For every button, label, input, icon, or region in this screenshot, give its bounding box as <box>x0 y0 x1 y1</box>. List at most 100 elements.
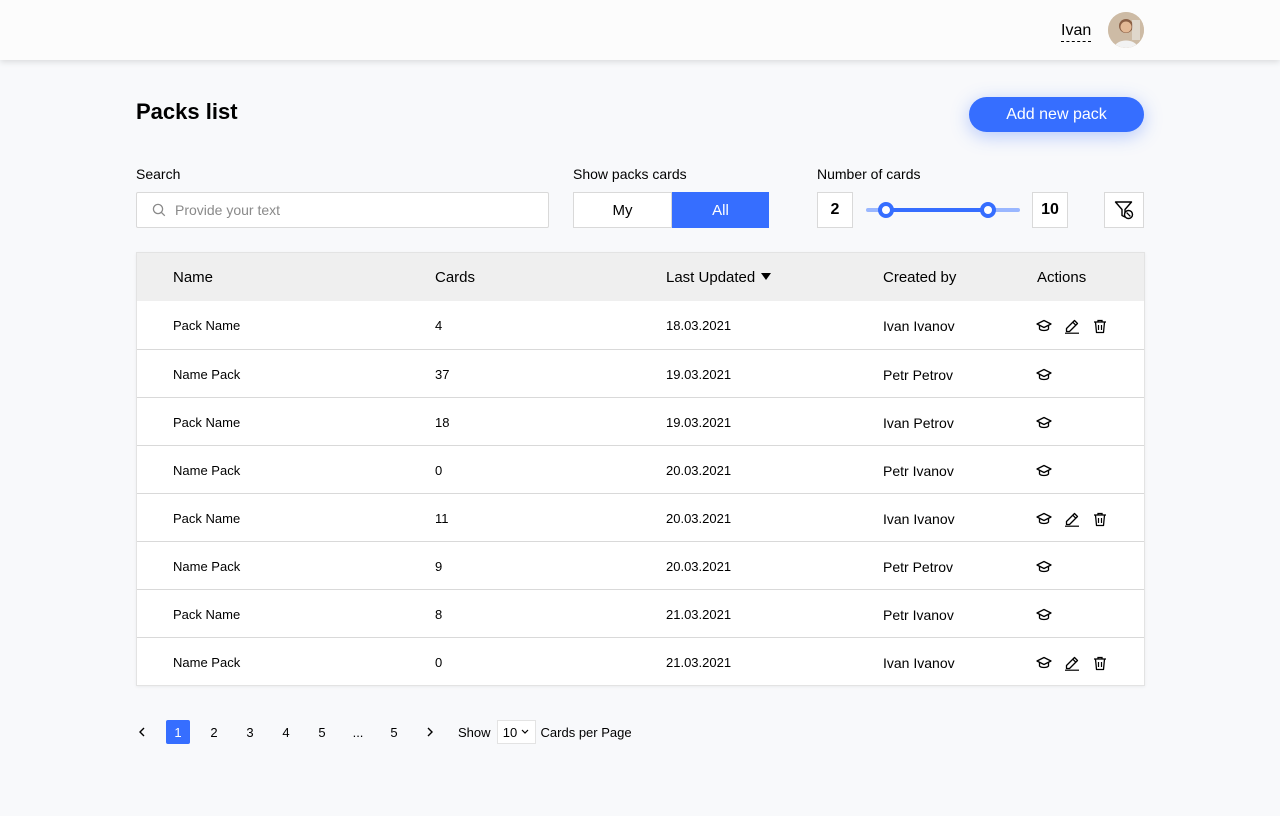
chevron-left-icon <box>139 727 145 737</box>
table-body: Pack Name 4 18.03.2021 Ivan Ivanov Name Pack… <box>137 301 1144 685</box>
delete-icon[interactable] <box>1091 510 1109 528</box>
learn-icon[interactable] <box>1035 462 1053 480</box>
toggle-all-button[interactable]: All <box>672 192 769 228</box>
show-packs-label: Show packs cards <box>573 166 687 182</box>
show-label: Show <box>458 724 491 740</box>
learn-icon[interactable] <box>1035 414 1053 432</box>
column-name[interactable]: Name <box>173 269 213 286</box>
table-row: Pack Name 8 21.03.2021 Petr Ivanov <box>137 589 1144 637</box>
table-row: Name Pack 37 19.03.2021 Petr Petrov <box>137 349 1144 397</box>
slider-range <box>886 208 988 212</box>
prev-page-button[interactable] <box>130 720 154 744</box>
delete-icon[interactable] <box>1091 654 1109 672</box>
max-cards-value[interactable]: 10 <box>1032 192 1068 228</box>
pack-name-cell[interactable]: Name Pack <box>173 463 240 478</box>
learn-icon[interactable] <box>1035 606 1053 624</box>
page-button[interactable]: 5 <box>382 720 406 744</box>
column-created-by[interactable]: Created by <box>883 269 956 286</box>
pack-name-cell[interactable]: Pack Name <box>173 415 240 430</box>
search-input[interactable] <box>175 202 515 218</box>
clear-filters-button[interactable] <box>1104 192 1144 228</box>
pack-name-cell[interactable]: Name Pack <box>173 559 240 574</box>
last-updated-cell: 19.03.2021 <box>666 367 732 382</box>
avatar[interactable] <box>1108 12 1144 48</box>
filter-clear-icon <box>1114 201 1134 220</box>
cards-count-cell: 9 <box>435 559 443 574</box>
created-by-cell: Petr Ivanov <box>883 463 954 479</box>
per-page-value: 10 <box>502 724 518 740</box>
learn-icon[interactable] <box>1035 366 1053 384</box>
next-page-button[interactable] <box>418 720 442 744</box>
cards-count-cell: 0 <box>435 463 443 478</box>
page-button[interactable]: 5 <box>310 720 334 744</box>
edit-icon[interactable] <box>1063 317 1081 335</box>
row-actions <box>1035 317 1109 335</box>
page-numbers: 1 2 3 4 5... 5 <box>166 720 418 744</box>
row-actions <box>1035 462 1053 480</box>
pack-name-cell[interactable]: Name Pack <box>173 655 240 670</box>
table-row: Name Pack 0 21.03.2021 Ivan Ivanov <box>137 637 1144 685</box>
page-button[interactable]: 4 <box>274 720 298 744</box>
created-by-cell: Ivan Ivanov <box>883 655 955 671</box>
created-by-cell: Ivan Petrov <box>883 415 954 431</box>
add-new-pack-button[interactable]: Add new pack <box>969 97 1144 132</box>
avatar-image <box>1108 12 1144 48</box>
table-row: Name Pack 0 20.03.2021 Petr Ivanov <box>137 445 1144 493</box>
table-row: Pack Name 18 19.03.2021 Ivan Petrov <box>137 397 1144 445</box>
learn-icon[interactable] <box>1035 317 1053 335</box>
last-updated-cell: 21.03.2021 <box>666 655 732 670</box>
row-actions <box>1035 414 1053 432</box>
min-cards-value[interactable]: 2 <box>817 192 853 228</box>
cards-count-cell: 37 <box>435 367 450 382</box>
page-button[interactable]: 2 <box>202 720 226 744</box>
top-bar: Ivan <box>0 0 1280 60</box>
search-field[interactable] <box>136 192 549 228</box>
table-row: Name Pack 9 20.03.2021 Petr Petrov <box>137 541 1144 589</box>
page-button[interactable]: 1 <box>166 720 190 744</box>
cards-count-cell: 4 <box>435 318 443 333</box>
user-name[interactable]: Ivan <box>1061 21 1092 42</box>
created-by-cell: Ivan Ivanov <box>883 511 955 527</box>
created-by-cell: Ivan Ivanov <box>883 318 955 334</box>
search-icon <box>152 203 166 217</box>
row-actions <box>1035 366 1053 384</box>
learn-icon[interactable] <box>1035 654 1053 672</box>
column-actions: Actions <box>1037 269 1087 286</box>
page-button[interactable]: 3 <box>238 720 262 744</box>
row-actions <box>1035 654 1109 672</box>
learn-icon[interactable] <box>1035 558 1053 576</box>
column-cards[interactable]: Cards <box>435 269 475 286</box>
pack-name-cell[interactable]: Pack Name <box>173 318 240 333</box>
toggle-my-button[interactable]: My <box>573 192 672 228</box>
search-label: Search <box>136 166 181 182</box>
packs-table: Name Cards Last Updated Created by Actio… <box>136 252 1145 686</box>
cards-count-cell: 8 <box>435 607 443 622</box>
cards-count-cell: 11 <box>435 511 449 526</box>
table-row: Pack Name 11 20.03.2021 Ivan Ivanov <box>137 493 1144 541</box>
cards-count-cell: 0 <box>435 655 443 670</box>
pack-name-cell[interactable]: Name Pack <box>173 367 240 382</box>
cards-range-slider[interactable] <box>866 202 1020 218</box>
slider-thumb-max[interactable] <box>979 202 996 218</box>
last-updated-cell: 21.03.2021 <box>666 607 732 622</box>
delete-icon[interactable] <box>1091 317 1109 335</box>
last-updated-cell: 20.03.2021 <box>666 463 732 478</box>
learn-icon[interactable] <box>1035 510 1053 528</box>
pack-name-cell[interactable]: Pack Name <box>173 511 240 526</box>
edit-icon[interactable] <box>1063 654 1081 672</box>
page-ellipsis: ... <box>352 724 364 740</box>
row-actions <box>1035 606 1053 624</box>
last-updated-cell: 20.03.2021 <box>666 559 732 574</box>
pagination: 1 2 3 4 5... 5 Show 10 Cards per Page <box>130 720 632 744</box>
column-last-updated-label: Last Updated <box>666 269 756 286</box>
chevron-right-icon <box>427 727 433 737</box>
sort-down-icon <box>761 273 772 280</box>
per-page-select[interactable]: 10 <box>496 720 536 744</box>
edit-icon[interactable] <box>1063 510 1081 528</box>
chevron-down-icon <box>521 729 529 734</box>
show-packs-toggle: My All <box>573 192 769 228</box>
pack-name-cell[interactable]: Pack Name <box>173 607 240 622</box>
column-last-updated[interactable]: Last Updated <box>666 269 772 286</box>
row-actions <box>1035 558 1053 576</box>
slider-thumb-min[interactable] <box>878 202 895 218</box>
